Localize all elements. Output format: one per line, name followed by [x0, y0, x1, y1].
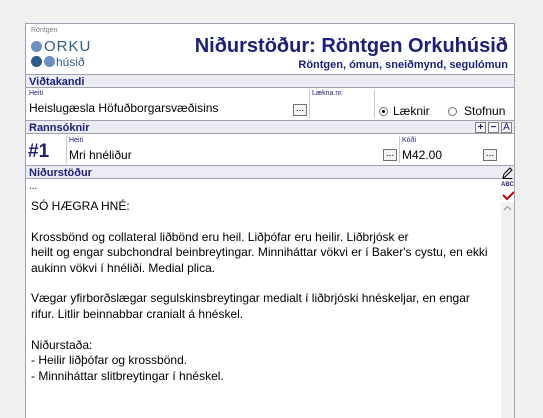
- report-line: aukinn vökvi í hnéliði. Medial plica.: [31, 260, 216, 275]
- laekna-nr-field[interactable]: [312, 101, 372, 115]
- report-line: - Heilir liðþófar og krossbönd.: [31, 353, 188, 368]
- remove-button[interactable]: −: [488, 122, 499, 133]
- logo-caption: Röntgen: [31, 27, 58, 34]
- divider: [66, 136, 67, 163]
- exam-name-field[interactable]: Mri hnéliður: [69, 148, 132, 162]
- section-rannsoknir-label: Rannsóknir: [29, 122, 90, 134]
- recipient-lookup-button[interactable]: ...: [293, 104, 307, 116]
- section-nidurstodur-label: Niðurstöður: [29, 167, 92, 179]
- exam-name-label: Heiti: [69, 137, 84, 144]
- page-title: Niðurstöður: Röntgen Orkuhúsið: [194, 35, 508, 57]
- radio-laeknir-label[interactable]: Læknir: [393, 104, 430, 118]
- font-button[interactable]: A: [501, 122, 512, 133]
- laekna-nr-label: Lækna.nr.: [312, 90, 344, 97]
- section-vidtakandi: Viðtakandi: [26, 74, 514, 88]
- report-window: Röntgen ORKU húsið Niðurstöður: Röntgen …: [25, 23, 515, 418]
- spellcheck-icon[interactable]: ABC: [501, 182, 514, 201]
- radio-laeknir[interactable]: [379, 107, 388, 116]
- report-line: Niðurstaða:: [31, 337, 93, 352]
- recipient-name-label: Heiti: [29, 90, 44, 97]
- report-text-area[interactable]: SÓ HÆGRA HNÉ: Krossbönd og collateral lið…: [31, 199, 496, 399]
- report-line: heilt og engar subchondral beinbreytinga…: [31, 245, 488, 260]
- section-nidurstodur: Niðurstöður: [26, 165, 514, 179]
- exam-code-label: Kóði: [402, 137, 417, 144]
- exam-lookup-button[interactable]: ...: [383, 149, 397, 161]
- report-top-line: ...: [29, 181, 38, 192]
- scroll-up-icon[interactable]: [503, 205, 512, 211]
- logo-orku: ORKU: [44, 38, 92, 55]
- edit-pencil-icon[interactable]: [502, 166, 513, 179]
- logo-dot-2: [31, 56, 42, 67]
- logo-dot-3: [44, 56, 55, 67]
- divider: [309, 90, 310, 118]
- report-line: Vægar yfirborðslægar segulskinsbreytinga…: [31, 291, 470, 306]
- exam-number: #1: [28, 141, 50, 162]
- divider: [399, 136, 400, 163]
- report-line: Krossbönd og collateral liðbönd eru heil…: [31, 229, 409, 244]
- section-rannsoknir: Rannsóknir + − A: [26, 120, 514, 134]
- report-line: rifur. Litlir beinnabbar cranialt á hnés…: [31, 306, 244, 321]
- recipient-name-field[interactable]: Heislugæsla Höfuðborgarsvæðisins: [29, 101, 218, 115]
- code-lookup-button[interactable]: ...: [483, 149, 497, 161]
- report-paragraph: Vægar yfirborðslægar segulskinsbreytinga…: [31, 291, 496, 322]
- report-paragraph: Krossbönd og collateral liðbönd eru heil…: [31, 230, 496, 277]
- page-subtitle: Röntgen, ómun, sneiðmynd, segulómun: [298, 59, 508, 71]
- report-paragraph: Niðurstaða: - Heilir liðþófar og krossbön…: [31, 338, 496, 385]
- radio-stofnun-label[interactable]: Stofnun: [464, 104, 505, 118]
- divider: [374, 90, 375, 118]
- logo-husid: húsið: [56, 55, 85, 69]
- report-line: SÓ HÆGRA HNÉ:: [31, 199, 130, 213]
- report-line: - Minniháttar slitbreytingar í hnéskel.: [31, 368, 224, 383]
- exam-code-field[interactable]: M42.00: [402, 148, 442, 162]
- logo-dot-1: [31, 41, 42, 52]
- add-button[interactable]: +: [475, 122, 486, 133]
- report-paragraph: SÓ HÆGRA HNÉ:: [31, 199, 496, 215]
- header: Röntgen ORKU húsið Niðurstöður: Röntgen …: [26, 24, 514, 74]
- report-scrollbar[interactable]: [501, 202, 514, 418]
- radio-stofnun[interactable]: [448, 107, 457, 116]
